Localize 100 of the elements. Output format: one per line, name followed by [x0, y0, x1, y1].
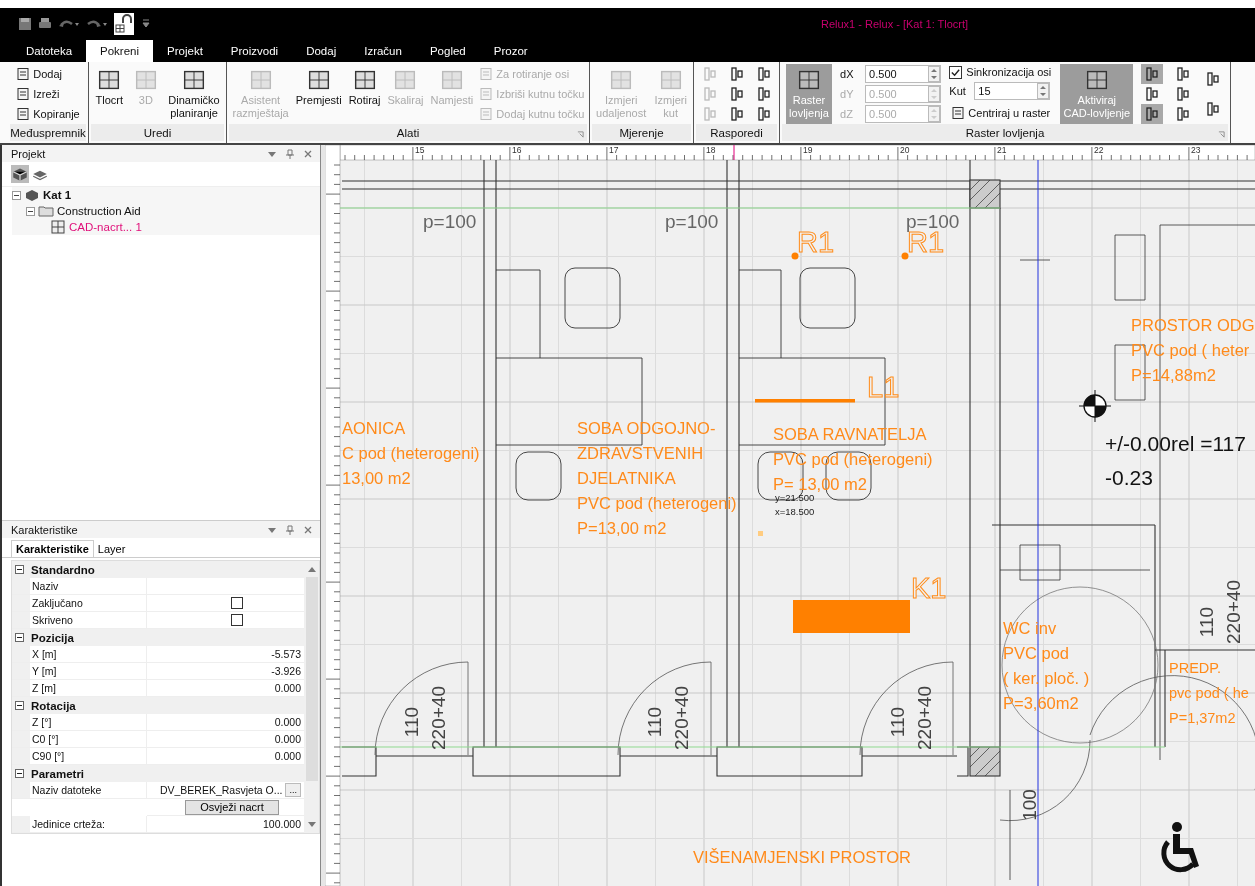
building-icon[interactable] — [11, 165, 29, 183]
ribbon-tab[interactable]: Pokreni — [86, 40, 154, 62]
collapse-icon[interactable] — [15, 769, 24, 778]
coordinate-label: y=21.500 — [775, 492, 815, 503]
field-label: dX — [840, 68, 855, 80]
tool-icon — [16, 107, 31, 121]
property-value: 0.000 — [274, 716, 301, 728]
pin-icon[interactable] — [286, 524, 294, 535]
property-label: Z [m] — [32, 682, 56, 694]
ribbon-button[interactable]: Rotiraj — [345, 64, 384, 124]
scroll-down-icon[interactable] — [306, 821, 317, 829]
level-label: +/-0.00rel =117 — [1105, 432, 1246, 455]
dimension-label: p=100 — [665, 211, 719, 232]
tree-item[interactable]: CAD-nacrt... 1 — [69, 221, 142, 233]
ribbon-button[interactable]: Izreži — [14, 84, 82, 104]
property-label: Naziv datoteke — [32, 784, 102, 796]
room-label: WC inv — [1003, 619, 1057, 637]
ribbon-button[interactable]: Kopiranje — [14, 104, 82, 124]
property-label: X [m] — [32, 648, 57, 660]
ribbon-button[interactable]: Tlocrt — [92, 64, 127, 124]
room-label: P=13,00 m2 — [577, 519, 667, 537]
collapse-icon[interactable] — [15, 565, 24, 574]
scrollbar-thumb[interactable] — [305, 577, 318, 781]
door-dimension: 100 — [1019, 789, 1040, 821]
tool-icon — [16, 87, 31, 101]
door-dimension: 110 — [1196, 606, 1217, 638]
section-title: Standardno — [31, 563, 95, 576]
ruler-number: 20 — [900, 145, 910, 155]
ribbon-tab[interactable]: Projekt — [153, 40, 217, 62]
room-label: P= 13,00 m2 — [773, 475, 868, 493]
refresh-button[interactable]: Osvježi nacrt — [185, 799, 279, 815]
room-label: ( ker. ploč. ) — [1003, 669, 1090, 687]
room-label: ZDRAVSTVENIH — [577, 444, 704, 462]
property-label: Skriveno — [32, 614, 73, 626]
room-label: PVC pod (heterogeni) — [577, 494, 737, 512]
tool-icon[interactable] — [1141, 104, 1164, 124]
group-label: Uredi — [143, 126, 172, 139]
tool-icon[interactable] — [1141, 64, 1164, 84]
door-dimension: 110 — [644, 706, 665, 738]
collapse-icon[interactable] — [12, 190, 21, 200]
spin-field[interactable]: 0.500 — [865, 65, 942, 83]
checkbox[interactable] — [231, 597, 243, 609]
room-label: PVC pod — [1003, 644, 1070, 662]
dropdown-icon[interactable] — [268, 149, 276, 158]
panel-tab[interactable]: Karakteristike — [11, 540, 94, 557]
property-value: DV_BEREK_Rasvjeta O... — [159, 784, 283, 796]
print-icon[interactable] — [38, 17, 52, 31]
close-icon[interactable] — [304, 525, 312, 534]
magnet-icon[interactable] — [114, 13, 134, 35]
collapse-icon[interactable] — [15, 701, 24, 710]
ribbon-tab[interactable]: Datoteka — [12, 40, 87, 62]
dropdown-icon[interactable] — [268, 525, 276, 534]
browse-button[interactable]: ... — [285, 783, 301, 797]
ribbon-button[interactable]: Dodaj — [14, 64, 82, 84]
panel-tab[interactable]: Layer — [93, 540, 130, 557]
level-marker-icon — [1078, 389, 1112, 423]
level-label: -0.23 — [1105, 466, 1153, 489]
spin-arrows-icon[interactable] — [1037, 83, 1050, 99]
checkbox[interactable] — [231, 614, 243, 626]
ribbon-tab[interactable]: Proizvodi — [216, 40, 293, 62]
room-label: C pod (heterogeni) — [342, 444, 480, 462]
field-label: dZ — [840, 108, 854, 120]
spin-field[interactable]: 15 — [974, 82, 1051, 100]
scroll-up-icon[interactable] — [306, 565, 317, 573]
field-label: dY — [840, 88, 855, 100]
window-title: Relux1 - Relux - [Kat 1: Tlocrt] — [821, 18, 969, 30]
room-label: pvc pod ( he — [1169, 685, 1249, 701]
dialog-launcher-icon[interactable] — [577, 131, 584, 138]
panel-title: Karakteristike — [11, 523, 78, 536]
collapse-icon[interactable] — [26, 206, 35, 216]
wheelchair-icon — [1161, 822, 1199, 873]
room-label: SOBA RAVNATELJA — [773, 425, 927, 443]
close-icon[interactable] — [304, 149, 312, 158]
save-icon[interactable] — [18, 17, 32, 31]
tool-icon — [479, 67, 494, 81]
door-dimension: 220+40 — [914, 686, 935, 750]
ribbon-button[interactable]: Centriraj u raster — [949, 103, 1053, 123]
customize-caret-icon[interactable] — [140, 19, 152, 29]
dialog-launcher-icon[interactable] — [1218, 131, 1225, 138]
ribbon-button[interactable]: Dinamičko planiranje — [165, 64, 223, 124]
ribbon-tab[interactable]: Pogled — [415, 40, 480, 62]
room-label: P=1,37m2 — [1169, 710, 1236, 726]
ribbon-tab[interactable]: Prozor — [479, 40, 542, 62]
ruler-number: 23 — [1191, 145, 1201, 155]
property-value: -5.573 — [271, 648, 301, 660]
room-label: 13,00 m2 — [342, 469, 411, 487]
pin-icon[interactable] — [286, 148, 294, 159]
room-label: SOBA ODGOJNO- — [577, 419, 716, 437]
checkbox[interactable] — [949, 65, 963, 79]
section-title: Parametri — [31, 767, 85, 780]
ribbon-tab[interactable]: Dodaj — [292, 40, 351, 62]
property-label: Z [°] — [32, 716, 52, 728]
spin-arrows-icon[interactable] — [928, 66, 941, 82]
property-value: 0.000 — [274, 682, 301, 694]
room-label: PVC pod (heterogeni) — [773, 450, 933, 468]
ribbon-tab[interactable]: Izračun — [350, 40, 416, 62]
collapse-icon[interactable] — [15, 633, 24, 642]
ribbon-button[interactable]: Premjesti — [292, 64, 345, 124]
property-label: Naziv — [32, 580, 59, 592]
tree-item[interactable]: Kat 1 — [43, 189, 72, 201]
